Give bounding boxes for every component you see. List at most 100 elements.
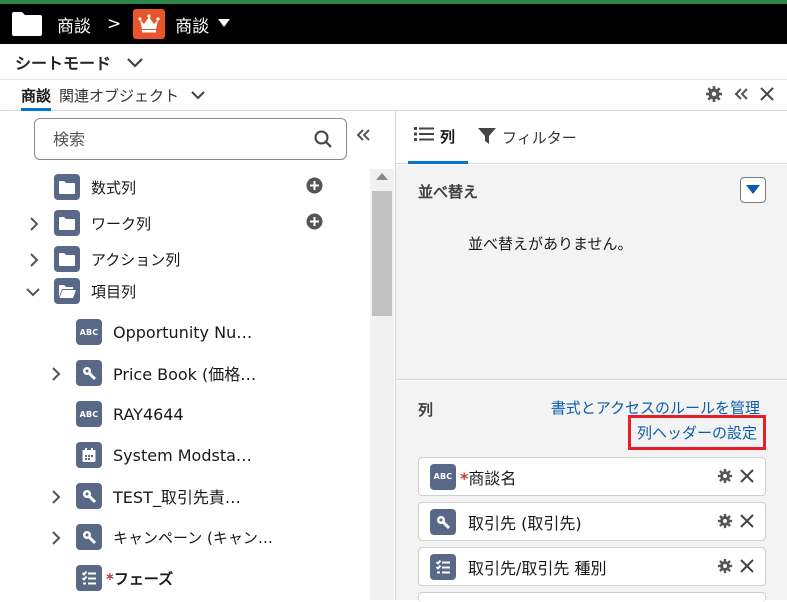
- tree-item-label-text: フェーズ: [113, 569, 174, 588]
- calendar-icon: [76, 442, 102, 468]
- column-item[interactable]: 取引先 (取引先): [418, 502, 766, 541]
- mode-title: シートモード: [15, 53, 112, 73]
- tree-item-label: System Modsta…: [113, 445, 252, 465]
- search-input[interactable]: [53, 129, 303, 149]
- chevron-right-icon[interactable]: [49, 366, 63, 381]
- column-item-label: 取引先/取引先 種別: [468, 558, 607, 578]
- breadcrumb-opportunity[interactable]: 商談: [57, 12, 91, 37]
- sort-section: 並べ替え 並べ替えがありません。: [396, 165, 787, 380]
- picklist-icon: [430, 553, 456, 580]
- chevron-right-icon[interactable]: [49, 489, 63, 504]
- required-mark: *: [106, 569, 114, 588]
- sort-menu-button[interactable]: [740, 177, 766, 203]
- mode-bar: シートモード: [0, 44, 787, 80]
- field-browser-pane: 数式列 ワーク列 アクション列: [0, 111, 396, 600]
- scroll-thumb[interactable]: [372, 191, 392, 316]
- columns-title: 列: [418, 401, 434, 419]
- sort-empty-message: 並べ替えがありません。: [468, 235, 633, 253]
- column-item-label: 取引先 (取引先): [468, 513, 582, 533]
- column-item-partial[interactable]: [418, 592, 766, 602]
- tree-scrollbar[interactable]: [370, 169, 394, 600]
- column-item[interactable]: 取引先/取引先 種別: [418, 547, 766, 586]
- search-box[interactable]: [34, 118, 347, 160]
- abc-text-label: ABC: [433, 472, 453, 481]
- tree-item[interactable]: キャンペーン (キャン…: [0, 518, 370, 556]
- folder-icon: [54, 246, 80, 272]
- top-navigation-bar: 商談 > 商談: [0, 4, 787, 44]
- tab-filter[interactable]: フィルター: [478, 111, 577, 164]
- columns-section: 列 書式とアクセスのルールを管理 列ヘッダーの設定 ABC *商談名 取引先 (…: [396, 381, 787, 602]
- chevron-down-icon[interactable]: [26, 284, 40, 298]
- tree-item[interactable]: 数式列: [0, 171, 370, 203]
- object-tab-bar: 商談 関連オブジェクト: [0, 80, 787, 111]
- close-icon[interactable]: [739, 513, 755, 533]
- gear-icon[interactable]: [717, 558, 733, 578]
- caret-down-icon[interactable]: [218, 17, 231, 32]
- list-icon: [414, 126, 434, 146]
- crown-icon: [133, 9, 166, 39]
- double-chevron-left-icon[interactable]: [733, 86, 749, 106]
- abc-text-icon: ABC: [76, 401, 102, 427]
- tree-item-label: Opportunity Nu…: [113, 322, 253, 342]
- tab-opportunity[interactable]: 商談: [21, 80, 52, 111]
- tree-item-label: ワーク列: [91, 214, 152, 233]
- lookup-icon: [76, 524, 102, 550]
- abc-text-icon: ABC: [76, 319, 102, 345]
- tree-item-label: 数式列: [91, 178, 137, 197]
- tree-item[interactable]: Price Book (価格…: [0, 354, 370, 392]
- tree-item[interactable]: ABC Opportunity Nu…: [0, 313, 370, 351]
- chevron-right-icon[interactable]: [27, 216, 41, 231]
- gear-icon[interactable]: [717, 468, 733, 488]
- tree-item[interactable]: ABC RAY4644: [0, 395, 370, 433]
- chevron-right-icon[interactable]: [27, 252, 41, 267]
- sheet-config-pane: 列 フィルター 並べ替え 並べ替えがありません。 列 書式とアクセスのルールを管…: [396, 111, 787, 602]
- abc-text-label: ABC: [79, 409, 99, 419]
- close-icon[interactable]: [739, 558, 755, 578]
- chevron-down-icon[interactable]: [125, 52, 145, 72]
- abc-text-icon: ABC: [430, 463, 456, 490]
- abc-text-label: ABC: [79, 327, 99, 337]
- add-circle-icon[interactable]: [306, 213, 323, 234]
- tree-item[interactable]: アクション列: [0, 243, 370, 275]
- column-item-label-text: 商談名: [468, 468, 517, 488]
- picklist-icon: [76, 565, 102, 591]
- tree-item[interactable]: 項目列: [0, 275, 370, 307]
- close-icon[interactable]: [739, 468, 755, 488]
- chevron-right-icon[interactable]: [49, 530, 63, 545]
- filter-icon: [478, 127, 496, 149]
- folder-icon: [54, 210, 80, 236]
- folder-open-icon: [54, 278, 80, 304]
- sort-title: 並べ替え: [418, 183, 479, 201]
- breadcrumb-object-selector[interactable]: 商談: [175, 12, 209, 37]
- breadcrumb-separator: >: [107, 14, 122, 34]
- close-icon[interactable]: [759, 86, 775, 106]
- add-circle-icon[interactable]: [306, 177, 323, 198]
- tab-related-objects[interactable]: 関連オブジェクト: [59, 85, 179, 106]
- tree-item[interactable]: *フェーズ: [0, 559, 370, 597]
- tree-item-label: Price Book (価格…: [113, 365, 257, 384]
- tree-item-label: *フェーズ: [106, 568, 173, 589]
- tree-item-label: キャンペーン (キャン…: [113, 528, 273, 547]
- tree-item[interactable]: ワーク列: [0, 207, 370, 239]
- tree-item[interactable]: TEST_取引先責…: [0, 477, 370, 515]
- gear-icon[interactable]: [717, 513, 733, 533]
- column-header-settings-link[interactable]: 列ヘッダーの設定: [628, 415, 766, 450]
- config-tabs: 列 フィルター: [396, 111, 787, 164]
- column-item-label: *商談名: [460, 465, 516, 489]
- lookup-icon: [76, 483, 102, 509]
- lookup-icon: [430, 508, 456, 535]
- search-icon[interactable]: [314, 130, 332, 152]
- gear-icon[interactable]: [705, 85, 723, 107]
- column-item[interactable]: ABC *商談名: [418, 457, 766, 496]
- tree-item-label: 項目列: [91, 282, 137, 301]
- double-chevron-left-icon[interactable]: [355, 127, 371, 147]
- tree-item[interactable]: System Modsta…: [0, 436, 370, 474]
- tab-columns-label: 列: [440, 127, 456, 146]
- scroll-up-arrow-icon[interactable]: [376, 173, 388, 180]
- folder-icon[interactable]: [11, 10, 43, 38]
- tree-item-label: TEST_取引先責…: [113, 488, 241, 507]
- lookup-icon: [76, 360, 102, 386]
- chevron-down-icon[interactable]: [189, 86, 207, 104]
- tab-columns[interactable]: 列: [408, 111, 468, 164]
- tab-filter-label: フィルター: [502, 129, 577, 147]
